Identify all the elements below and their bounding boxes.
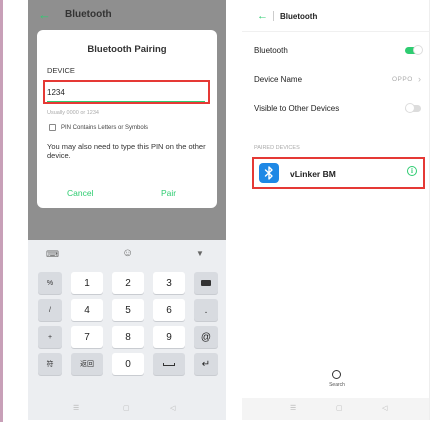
key-8[interactable]: 8 [112,326,144,348]
key-6[interactable]: 6 [153,299,185,321]
key-2[interactable]: 2 [112,272,144,294]
device-name-label[interactable]: Device Name [254,75,302,84]
toggle-knob [405,103,415,113]
key-5[interactable]: 5 [112,299,144,321]
enter-icon: ↵ [201,358,211,370]
key-row-1: % 1 2 3 [28,272,226,296]
key-enter[interactable]: ↵ [194,353,218,375]
back-icon[interactable]: ◁ [170,404,175,412]
dialog-title: Bluetooth Pairing [87,44,167,55]
search-icon [332,370,341,379]
bluetooth-toggle[interactable] [405,45,423,55]
right-phone-screen: ← Bluetooth Bluetooth Device Name OPPO ›… [242,0,430,420]
pin-highlight-box [43,80,210,104]
key-row-3: + 7 8 9 @ [28,326,226,350]
home-icon[interactable]: ▢ [123,404,130,412]
paired-device-row[interactable]: vLinker BM i [252,157,425,189]
cancel-button[interactable]: Cancel [67,188,93,198]
keyboard-toolbar: ⌨ ☺ ▼ [28,240,226,268]
back-arrow-icon[interactable]: ← [257,10,268,22]
visible-label: Visible to Other Devices [254,104,340,113]
delete-icon [201,280,211,286]
key-row-2: / 4 5 6 . [28,299,226,323]
header-separator [273,11,274,21]
key-delete[interactable] [194,272,218,294]
key-dot[interactable]: . [194,299,218,321]
key-9[interactable]: 9 [153,326,185,348]
right-header: ← Bluetooth [242,0,429,32]
left-nav-bar: ☰ ▢ ◁ [28,398,226,420]
key-slash[interactable]: / [38,299,62,321]
pin-hint: Usually 0000 or 1234 [47,110,99,116]
bluetooth-pairing-dialog: Bluetooth Pairing DEVICE Usually 0000 or… [37,30,217,208]
key-space[interactable] [153,353,185,375]
key-4[interactable]: 4 [71,299,103,321]
info-icon[interactable]: i [407,166,417,176]
visible-toggle[interactable] [405,103,421,113]
key-plus[interactable]: + [38,326,62,348]
left-header: ← Bluetooth [38,8,112,21]
bluetooth-label: Bluetooth [254,46,288,55]
keyboard-icon[interactable]: ⌨ [46,249,59,260]
key-at[interactable]: @ [194,326,218,348]
pairing-note: You may also need to type this PIN on th… [47,142,206,160]
toggle-knob [413,45,423,55]
bluetooth-icon [259,163,279,183]
key-symbols[interactable]: 符 [38,353,62,375]
home-icon[interactable]: ▢ [336,404,343,412]
emoji-icon[interactable]: ☺ [122,247,133,259]
paired-devices-header: PAIRED DEVICES [254,145,300,151]
left-phone-screen: ← Bluetooth Bluetooth Pairing DEVICE Usu… [28,0,226,420]
letters-symbols-checkbox-row[interactable]: PIN Contains Letters or Symbols [49,124,148,131]
space-icon [163,362,175,366]
key-0[interactable]: 0 [112,353,144,375]
device-name-value: OPPO [392,76,413,83]
left-header-title: Bluetooth [65,9,112,20]
hide-keyboard-icon[interactable]: ▼ [196,249,204,258]
search-button[interactable]: Search [317,370,357,392]
key-percent[interactable]: % [38,272,62,294]
checkbox-icon[interactable] [49,124,56,131]
key-1[interactable]: 1 [71,272,103,294]
right-header-title: Bluetooth [280,12,318,21]
key-return-abc[interactable]: 返回 [71,353,103,375]
search-label: Search [329,382,345,388]
menu-icon[interactable]: ☰ [73,404,79,412]
key-3[interactable]: 3 [153,272,185,294]
key-row-4: 符 返回 0 ↵ [28,353,226,377]
page-edge [0,0,3,422]
pair-button[interactable]: Pair [161,188,176,198]
paired-device-name: vLinker BM [290,169,336,179]
back-icon[interactable]: ◁ [382,404,387,412]
device-label: DEVICE [47,66,75,75]
right-nav-bar: ☰ ▢ ◁ [242,398,429,420]
key-7[interactable]: 7 [71,326,103,348]
menu-icon[interactable]: ☰ [290,404,296,412]
chevron-right-icon[interactable]: › [418,74,421,84]
numeric-keyboard: ⌨ ☺ ▼ % 1 2 3 / 4 5 6 . + 7 8 9 @ 符 返回 0… [28,240,226,420]
back-arrow-icon[interactable]: ← [38,8,51,21]
dimmed-background: ← Bluetooth Bluetooth Pairing DEVICE Usu… [28,0,226,240]
checkbox-label: PIN Contains Letters or Symbols [61,124,149,131]
